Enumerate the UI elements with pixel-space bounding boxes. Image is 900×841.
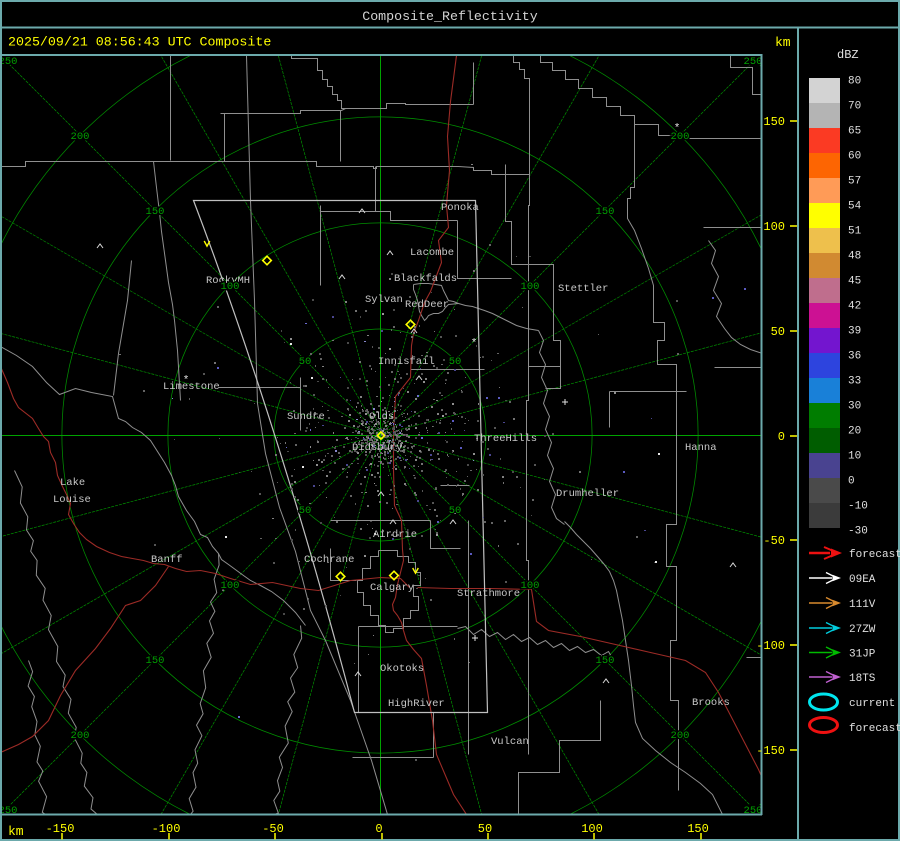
svg-text:60: 60 bbox=[848, 151, 861, 163]
svg-text:-150: -150 bbox=[756, 744, 785, 758]
svg-text:-30: -30 bbox=[848, 526, 868, 538]
svg-text:27ZW: 27ZW bbox=[849, 624, 876, 636]
svg-text:250: 250 bbox=[0, 56, 17, 68]
svg-text:Drumheller: Drumheller bbox=[556, 488, 619, 500]
svg-text:Calgary: Calgary bbox=[370, 582, 414, 594]
svg-text:Sylvan: Sylvan bbox=[365, 294, 403, 306]
svg-text:100: 100 bbox=[521, 580, 540, 592]
svg-text:-50: -50 bbox=[763, 534, 785, 548]
svg-text:200: 200 bbox=[671, 730, 690, 742]
svg-text:50: 50 bbox=[449, 356, 462, 368]
svg-text:Limestone: Limestone bbox=[163, 381, 220, 393]
svg-text:-100: -100 bbox=[756, 639, 785, 653]
svg-text:50: 50 bbox=[771, 325, 785, 339]
svg-text:150: 150 bbox=[687, 822, 709, 836]
svg-text:km: km bbox=[775, 35, 791, 50]
svg-text:-150: -150 bbox=[46, 822, 75, 836]
svg-text:42: 42 bbox=[848, 301, 861, 313]
svg-text:Strathmore: Strathmore bbox=[457, 588, 520, 600]
svg-text:54: 54 bbox=[848, 201, 862, 213]
svg-text:HighRiver: HighRiver bbox=[388, 698, 445, 710]
svg-text:80: 80 bbox=[848, 76, 861, 88]
svg-text:33: 33 bbox=[848, 376, 861, 388]
svg-text:250: 250 bbox=[744, 56, 763, 68]
svg-text:ThreeHills: ThreeHills bbox=[474, 433, 537, 445]
svg-text:Lacombe: Lacombe bbox=[410, 247, 454, 259]
svg-text:Olds: Olds bbox=[369, 411, 394, 423]
svg-text:48: 48 bbox=[848, 251, 861, 263]
svg-text:Brooks: Brooks bbox=[692, 697, 730, 709]
svg-text:100: 100 bbox=[221, 580, 240, 592]
svg-text:39: 39 bbox=[848, 326, 861, 338]
svg-text:150: 150 bbox=[596, 655, 615, 667]
svg-text:100: 100 bbox=[763, 220, 785, 234]
svg-text:150: 150 bbox=[146, 206, 165, 218]
svg-text:20: 20 bbox=[848, 426, 861, 438]
svg-text:200: 200 bbox=[671, 131, 690, 143]
svg-text:50: 50 bbox=[478, 822, 492, 836]
svg-text:18TS: 18TS bbox=[849, 673, 876, 685]
svg-text:current: current bbox=[849, 698, 895, 710]
svg-text:-50: -50 bbox=[262, 822, 284, 836]
svg-text:km: km bbox=[8, 824, 24, 839]
svg-text:36: 36 bbox=[848, 351, 861, 363]
svg-text:Lake: Lake bbox=[60, 477, 85, 489]
svg-text:150: 150 bbox=[763, 115, 785, 129]
svg-text:RedDeer: RedDeer bbox=[405, 299, 449, 311]
svg-text:0: 0 bbox=[848, 476, 855, 488]
svg-text:150: 150 bbox=[146, 655, 165, 667]
svg-text:Okotoks: Okotoks bbox=[380, 663, 424, 675]
svg-text:111V: 111V bbox=[849, 599, 876, 611]
svg-text:31JP: 31JP bbox=[849, 649, 876, 661]
svg-text:100: 100 bbox=[221, 281, 240, 293]
svg-text:65: 65 bbox=[848, 126, 861, 138]
svg-text:Banff: Banff bbox=[151, 554, 183, 566]
svg-text:70: 70 bbox=[848, 101, 861, 113]
svg-text:Cochrane: Cochrane bbox=[304, 554, 354, 566]
svg-text:forecast: forecast bbox=[849, 549, 900, 561]
svg-text:45: 45 bbox=[848, 276, 861, 288]
svg-text:100: 100 bbox=[581, 822, 603, 836]
svg-text:Ponoka: Ponoka bbox=[441, 202, 479, 214]
svg-text:Didsbury: Didsbury bbox=[352, 442, 402, 454]
svg-text:Airdrie: Airdrie bbox=[373, 529, 417, 541]
svg-text:100: 100 bbox=[521, 281, 540, 293]
svg-text:2025/09/21 08:56:43 UTC Compos: 2025/09/21 08:56:43 UTC Composite bbox=[8, 35, 271, 50]
svg-text:Composite_Reflectivity: Composite_Reflectivity bbox=[362, 9, 538, 24]
svg-text:51: 51 bbox=[848, 226, 862, 238]
svg-text:Stettler: Stettler bbox=[558, 283, 608, 295]
svg-text:Vulcan: Vulcan bbox=[491, 736, 529, 748]
svg-text:09EA: 09EA bbox=[849, 574, 876, 586]
svg-text:200: 200 bbox=[71, 131, 90, 143]
svg-text:30: 30 bbox=[848, 401, 861, 413]
svg-text:*: * bbox=[471, 338, 478, 350]
svg-text:forecast: forecast bbox=[849, 723, 900, 735]
svg-text:150: 150 bbox=[596, 206, 615, 218]
svg-text:Innisfail: Innisfail bbox=[378, 356, 435, 368]
svg-text:Louise: Louise bbox=[53, 494, 91, 506]
svg-text:Sundre: Sundre bbox=[287, 411, 325, 423]
svg-text:57: 57 bbox=[848, 176, 861, 188]
svg-text:50: 50 bbox=[299, 505, 312, 517]
svg-text:Blackfalds: Blackfalds bbox=[394, 273, 457, 285]
svg-text:50: 50 bbox=[299, 356, 312, 368]
svg-text:-10: -10 bbox=[848, 501, 868, 513]
svg-text:10: 10 bbox=[848, 451, 861, 463]
svg-text:Hanna: Hanna bbox=[685, 442, 717, 454]
svg-text:200: 200 bbox=[71, 730, 90, 742]
svg-text:dBZ: dBZ bbox=[837, 48, 859, 62]
svg-text:0: 0 bbox=[778, 430, 785, 444]
svg-text:-100: -100 bbox=[152, 822, 181, 836]
svg-text:50: 50 bbox=[449, 505, 462, 517]
